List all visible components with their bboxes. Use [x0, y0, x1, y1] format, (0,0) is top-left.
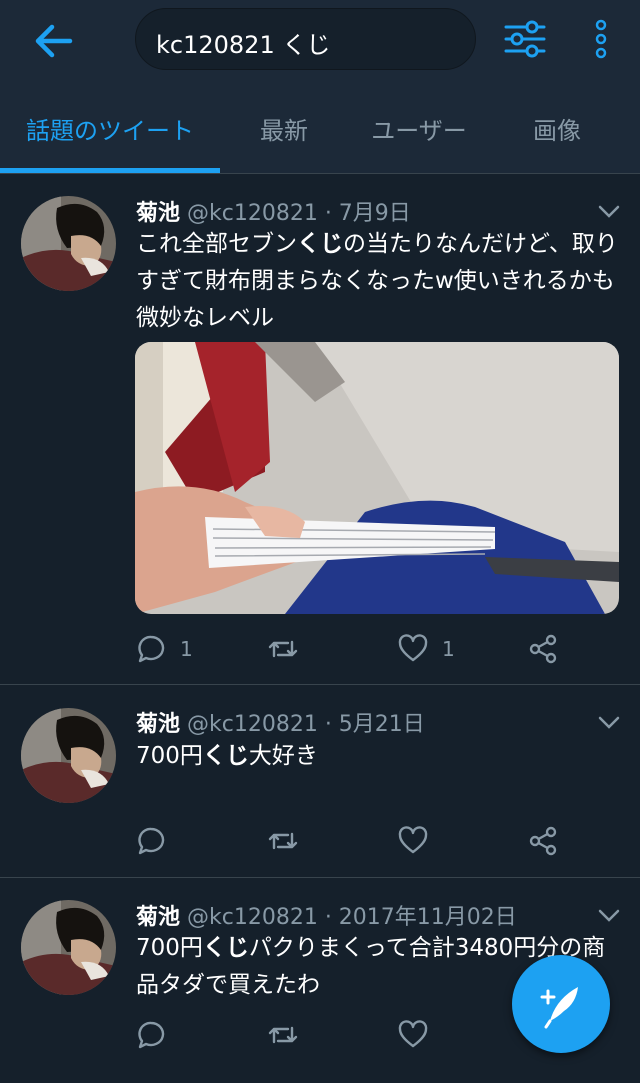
tab-users[interactable]: ユーザー [348, 88, 490, 174]
search-filter-button[interactable] [502, 16, 548, 62]
reply-button[interactable]: 1 [136, 629, 193, 669]
search-keyword-highlight: くじ [202, 743, 249, 769]
compose-feather-icon [540, 987, 578, 1029]
tweet-header: 菊池 @kc120821 · 7月9日 [136, 195, 411, 227]
tweet-text-part: 700円 [136, 743, 203, 769]
heart-icon [398, 826, 428, 854]
search-field[interactable]: kc120821 くじ [135, 8, 476, 70]
share-icon [529, 634, 557, 664]
chevron-down-icon[interactable] [598, 909, 620, 923]
like-button[interactable] [398, 1015, 428, 1055]
avatar[interactable] [21, 196, 116, 291]
retweet-icon [268, 1026, 298, 1044]
reply-button[interactable] [136, 821, 166, 861]
retweet-button[interactable] [268, 629, 298, 669]
speech-bubble-icon [138, 1021, 165, 1049]
search-keyword-highlight: くじ [297, 231, 343, 257]
back-button[interactable] [28, 18, 80, 64]
author-handle-date: @kc120821 · 7月9日 [180, 201, 411, 226]
tab-images[interactable]: 画像 [490, 88, 624, 174]
search-query-text: kc120821 くじ [156, 31, 331, 59]
author-name[interactable]: 菊池 [136, 201, 180, 226]
avatar[interactable] [21, 708, 116, 803]
tab-top-tweets[interactable]: 話題のツイート [0, 88, 220, 174]
chevron-down-icon[interactable] [598, 205, 620, 219]
share-button[interactable] [528, 629, 558, 669]
author-name[interactable]: 菊池 [136, 905, 180, 930]
heart-icon [398, 1020, 428, 1048]
more-options-button[interactable] [588, 16, 614, 62]
arrow-left-icon [35, 24, 73, 58]
author-handle-date: @kc120821 · 5月21日 [180, 712, 425, 737]
tab-latest[interactable]: 最新 [220, 88, 348, 174]
retweet-button[interactable] [268, 821, 298, 861]
compose-tweet-button[interactable] [512, 955, 610, 1053]
tweet-item[interactable]: 菊池 @kc120821 · 5月21日 700円くじ大好き [0, 686, 640, 878]
chevron-down-icon[interactable] [598, 716, 620, 730]
like-button[interactable]: 1 [398, 629, 455, 669]
avatar[interactable] [21, 900, 116, 995]
tweet-text: これ全部セブンくじの当たりなんだけど、取りすぎて財布閉まらなくなったw使いきれる… [136, 226, 622, 337]
tweet-text-part: 大好き [248, 743, 318, 769]
like-button[interactable] [398, 821, 428, 861]
speech-bubble-icon [138, 635, 165, 663]
like-count: 1 [442, 637, 455, 661]
reply-button[interactable] [136, 1015, 166, 1055]
sliders-icon [504, 20, 546, 58]
heart-icon [398, 634, 428, 662]
top-app-bar: kc120821 くじ [0, 0, 640, 88]
retweet-icon [268, 640, 298, 658]
speech-bubble-icon [138, 827, 165, 855]
active-tab-indicator [0, 168, 220, 173]
vertical-dots-icon [595, 19, 607, 59]
share-icon [529, 826, 557, 856]
tweet-text-part: 700円 [136, 935, 203, 961]
tweet-header: 菊池 @kc120821 · 5月21日 [136, 706, 425, 738]
search-keyword-highlight: くじ [202, 935, 249, 961]
author-handle-date: @kc120821 · 2017年11月02日 [180, 905, 517, 930]
tweet-photo[interactable] [135, 342, 619, 614]
reply-count: 1 [180, 637, 193, 661]
tweet-item[interactable]: 菊池 @kc120821 · 7月9日 これ全部セブンくじの当たりなんだけど、取… [0, 175, 640, 685]
author-name[interactable]: 菊池 [136, 712, 180, 737]
tweet-text: 700円くじ大好き [136, 738, 622, 775]
retweet-icon [268, 832, 298, 850]
retweet-button[interactable] [268, 1015, 298, 1055]
search-tabs: 話題のツイート 最新 ユーザー 画像 [0, 88, 640, 174]
share-button[interactable] [528, 821, 558, 861]
tweet-header: 菊池 @kc120821 · 2017年11月02日 [136, 899, 517, 931]
tweet-text-part: これ全部セブン [136, 231, 297, 257]
